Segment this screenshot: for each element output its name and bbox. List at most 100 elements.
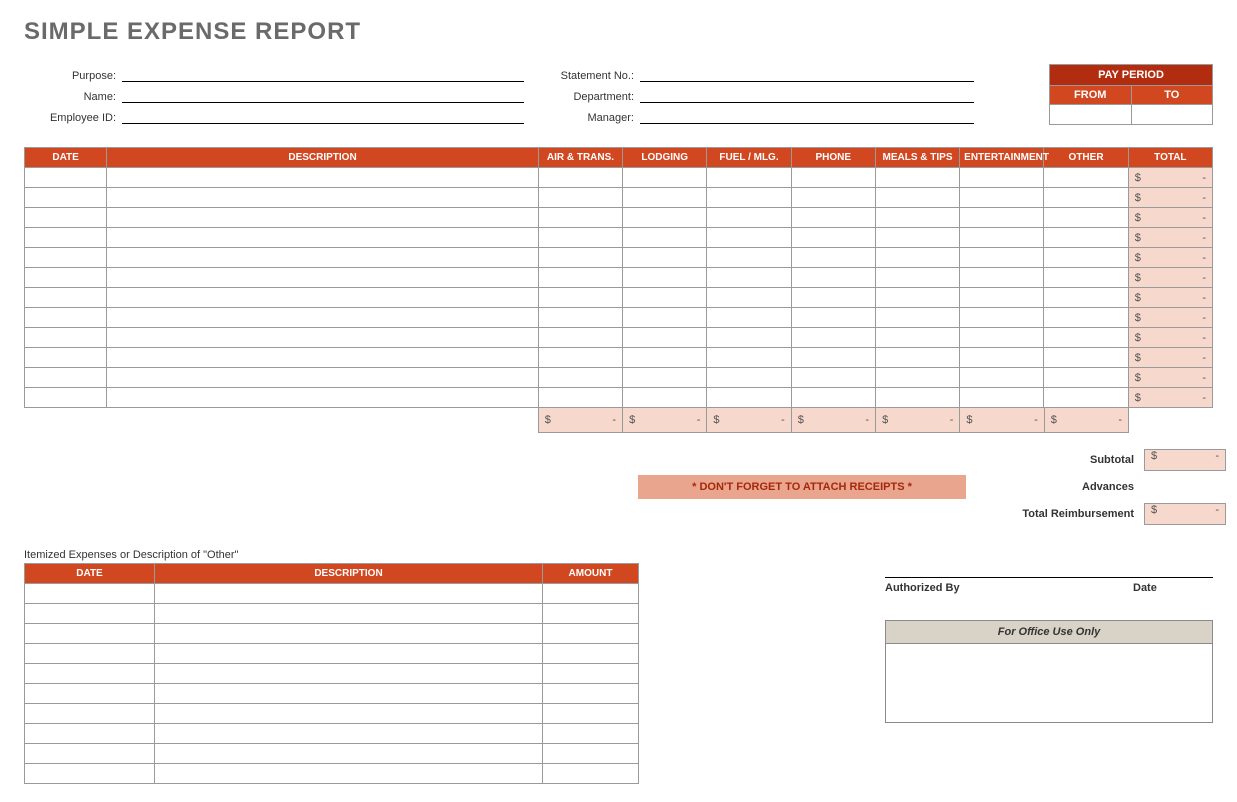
- table-cell[interactable]: [155, 723, 543, 743]
- table-cell[interactable]: [623, 288, 707, 308]
- table-cell[interactable]: [25, 348, 107, 368]
- table-cell[interactable]: [1044, 288, 1128, 308]
- table-cell[interactable]: [25, 308, 107, 328]
- table-cell[interactable]: [107, 328, 539, 348]
- table-cell[interactable]: [107, 308, 539, 328]
- table-cell[interactable]: [543, 763, 639, 783]
- table-cell[interactable]: [25, 603, 155, 623]
- table-cell[interactable]: [155, 663, 543, 683]
- table-cell[interactable]: [875, 348, 959, 368]
- table-cell[interactable]: [791, 248, 875, 268]
- table-cell[interactable]: [707, 308, 791, 328]
- table-cell[interactable]: [25, 188, 107, 208]
- table-cell[interactable]: [107, 168, 539, 188]
- table-cell[interactable]: [1044, 248, 1128, 268]
- table-cell[interactable]: [1044, 228, 1128, 248]
- table-cell[interactable]: [791, 288, 875, 308]
- table-cell[interactable]: [107, 248, 539, 268]
- table-cell[interactable]: [155, 683, 543, 703]
- table-cell[interactable]: [543, 583, 639, 603]
- table-cell[interactable]: [25, 288, 107, 308]
- table-cell[interactable]: [707, 328, 791, 348]
- name-input[interactable]: [122, 89, 524, 103]
- office-use-body[interactable]: [886, 644, 1212, 722]
- manager-input[interactable]: [640, 110, 974, 124]
- table-cell[interactable]: [623, 228, 707, 248]
- table-cell[interactable]: [543, 603, 639, 623]
- table-cell[interactable]: [155, 743, 543, 763]
- table-cell[interactable]: [538, 308, 622, 328]
- table-cell[interactable]: [25, 208, 107, 228]
- table-cell[interactable]: [791, 208, 875, 228]
- table-cell[interactable]: [107, 388, 539, 408]
- table-cell[interactable]: [538, 368, 622, 388]
- table-cell[interactable]: [25, 168, 107, 188]
- table-cell[interactable]: [538, 388, 622, 408]
- table-cell[interactable]: [623, 248, 707, 268]
- table-cell[interactable]: [875, 328, 959, 348]
- table-cell[interactable]: [155, 623, 543, 643]
- advances-value[interactable]: [1144, 475, 1226, 497]
- table-cell[interactable]: [960, 328, 1044, 348]
- purpose-input[interactable]: [122, 68, 524, 82]
- table-cell[interactable]: [25, 763, 155, 783]
- table-cell[interactable]: [707, 368, 791, 388]
- table-cell[interactable]: [875, 208, 959, 228]
- table-cell[interactable]: [155, 763, 543, 783]
- table-cell[interactable]: [25, 583, 155, 603]
- table-cell[interactable]: [623, 208, 707, 228]
- table-cell[interactable]: [791, 388, 875, 408]
- table-cell[interactable]: [1044, 168, 1128, 188]
- table-cell[interactable]: [1044, 208, 1128, 228]
- table-cell[interactable]: [1044, 368, 1128, 388]
- statement-no-input[interactable]: [640, 68, 974, 82]
- table-cell[interactable]: [538, 288, 622, 308]
- table-cell[interactable]: [543, 663, 639, 683]
- table-cell[interactable]: [875, 228, 959, 248]
- table-cell[interactable]: [1044, 308, 1128, 328]
- table-cell[interactable]: [107, 348, 539, 368]
- table-cell[interactable]: [623, 348, 707, 368]
- table-cell[interactable]: [791, 328, 875, 348]
- table-cell[interactable]: [707, 208, 791, 228]
- table-cell[interactable]: [538, 248, 622, 268]
- table-cell[interactable]: [623, 268, 707, 288]
- table-cell[interactable]: [25, 703, 155, 723]
- table-cell[interactable]: [707, 268, 791, 288]
- table-cell[interactable]: [25, 228, 107, 248]
- employee-id-input[interactable]: [122, 110, 524, 124]
- table-cell[interactable]: [1044, 188, 1128, 208]
- table-cell[interactable]: [960, 308, 1044, 328]
- table-cell[interactable]: [960, 368, 1044, 388]
- table-cell[interactable]: [155, 643, 543, 663]
- table-cell[interactable]: [155, 703, 543, 723]
- table-cell[interactable]: [25, 388, 107, 408]
- table-cell[interactable]: [623, 308, 707, 328]
- table-cell[interactable]: [623, 168, 707, 188]
- table-cell[interactable]: [960, 188, 1044, 208]
- table-cell[interactable]: [25, 623, 155, 643]
- table-cell[interactable]: [107, 208, 539, 228]
- pay-period-to-input[interactable]: [1132, 105, 1214, 125]
- table-cell[interactable]: [623, 388, 707, 408]
- table-cell[interactable]: [707, 188, 791, 208]
- table-cell[interactable]: [155, 583, 543, 603]
- table-cell[interactable]: [960, 268, 1044, 288]
- table-cell[interactable]: [875, 188, 959, 208]
- table-cell[interactable]: [543, 643, 639, 663]
- table-cell[interactable]: [543, 723, 639, 743]
- table-cell[interactable]: [960, 388, 1044, 408]
- table-cell[interactable]: [155, 603, 543, 623]
- table-cell[interactable]: [25, 368, 107, 388]
- table-cell[interactable]: [25, 743, 155, 763]
- table-cell[interactable]: [623, 368, 707, 388]
- table-cell[interactable]: [538, 348, 622, 368]
- table-cell[interactable]: [538, 328, 622, 348]
- table-cell[interactable]: [107, 368, 539, 388]
- table-cell[interactable]: [107, 288, 539, 308]
- table-cell[interactable]: [543, 683, 639, 703]
- table-cell[interactable]: [875, 308, 959, 328]
- table-cell[interactable]: [107, 188, 539, 208]
- table-cell[interactable]: [538, 168, 622, 188]
- table-cell[interactable]: [107, 228, 539, 248]
